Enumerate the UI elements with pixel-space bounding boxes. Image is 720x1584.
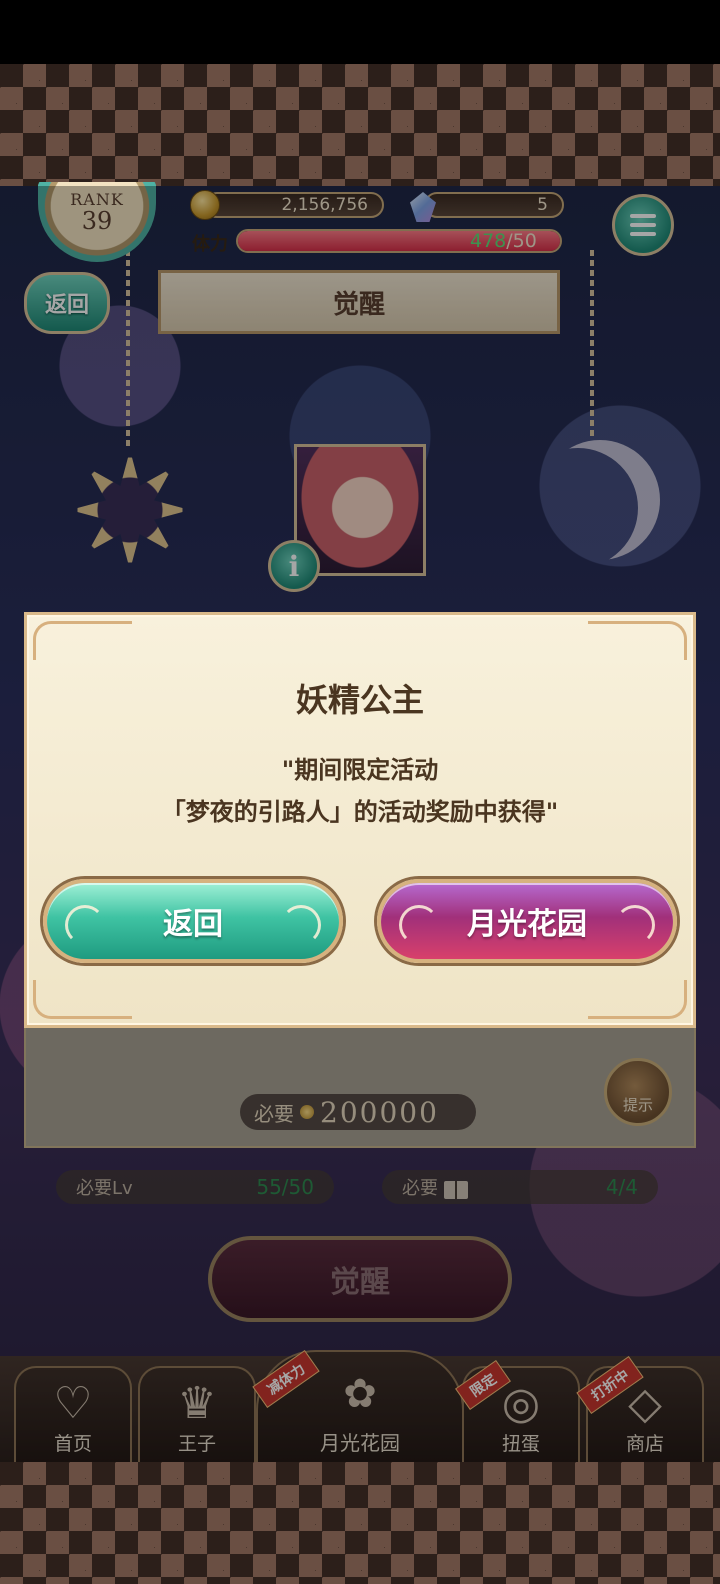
dialog-corner-ornament (588, 980, 687, 1019)
dialog-back-button[interactable]: 返回 (43, 879, 343, 963)
bottom-pattern-border (0, 1462, 720, 1584)
dialog-back-label: 返回 (163, 907, 223, 942)
status-bar (0, 0, 720, 64)
dialog-garden-label: 月光花园 (467, 907, 587, 942)
swirl-ornament-icon (65, 905, 105, 945)
dialog-corner-ornament (33, 980, 132, 1019)
swirl-ornament-icon (399, 905, 439, 945)
top-pattern-border (0, 64, 720, 186)
dialog-corner-ornament (588, 621, 687, 660)
source-info-dialog: 妖精公主 "期间限定活动 「梦夜的引路人」的活动奖励中获得" 返回 月光花园 (24, 612, 696, 1028)
dialog-corner-ornament (33, 621, 132, 660)
swirl-ornament-icon (281, 905, 321, 945)
swirl-ornament-icon (615, 905, 655, 945)
dialog-message: "期间限定活动 「梦夜的引路人」的活动奖励中获得" (27, 749, 693, 833)
dialog-message-line2: 「梦夜的引路人」的活动奖励中获得" (161, 798, 559, 826)
dialog-message-line1: "期间限定活动 (281, 756, 439, 784)
dialog-moonlight-garden-button[interactable]: 月光花园 (377, 879, 677, 963)
dialog-title: 妖精公主 (295, 681, 424, 719)
